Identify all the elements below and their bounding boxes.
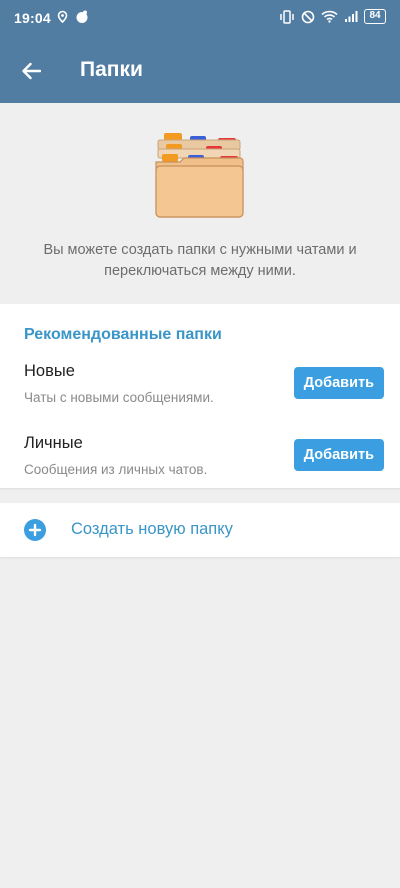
recommended-folders-section: Рекомендованные папки Новые Чаты с новым… (0, 304, 400, 488)
dnd-icon (301, 10, 315, 23)
recommended-folder-new: Новые Чаты с новыми сообщениями. Добавит… (0, 362, 400, 432)
wifi-icon (321, 10, 338, 23)
folder-subtitle: Сообщения из личных чатов. (24, 462, 208, 477)
create-folder-button[interactable]: Создать новую папку (0, 503, 400, 557)
notification-dot-icon (76, 10, 88, 23)
folder-title: Новые (24, 362, 75, 380)
plus-circle-icon (24, 519, 46, 541)
back-button[interactable] (14, 56, 48, 86)
vibrate-icon (280, 9, 294, 24)
arrow-left-icon (22, 62, 41, 80)
location-icon (57, 10, 68, 24)
status-bar: 19:04 84 (0, 0, 400, 36)
folders-icon (155, 133, 244, 218)
page-title: Папки (80, 58, 143, 81)
folder-subtitle: Чаты с новыми сообщениями. (24, 390, 214, 405)
battery-icon: 84 (364, 9, 386, 24)
status-time: 19:04 (14, 10, 51, 26)
hero-description: Вы можете создать папки с нужными чатами… (43, 242, 357, 279)
section-header: Рекомендованные папки (24, 326, 222, 343)
recommended-folder-personal: Личные Сообщения из личных чатов. Добави… (0, 434, 400, 504)
app-bar: 19:04 84 Папки (0, 0, 400, 103)
create-folder-label: Создать новую папку (71, 520, 233, 538)
add-folder-new-button[interactable]: Добавить (293, 367, 384, 399)
add-folder-personal-button[interactable]: Добавить (293, 439, 384, 471)
signal-icon (345, 11, 358, 22)
folder-title: Личные (24, 434, 83, 452)
